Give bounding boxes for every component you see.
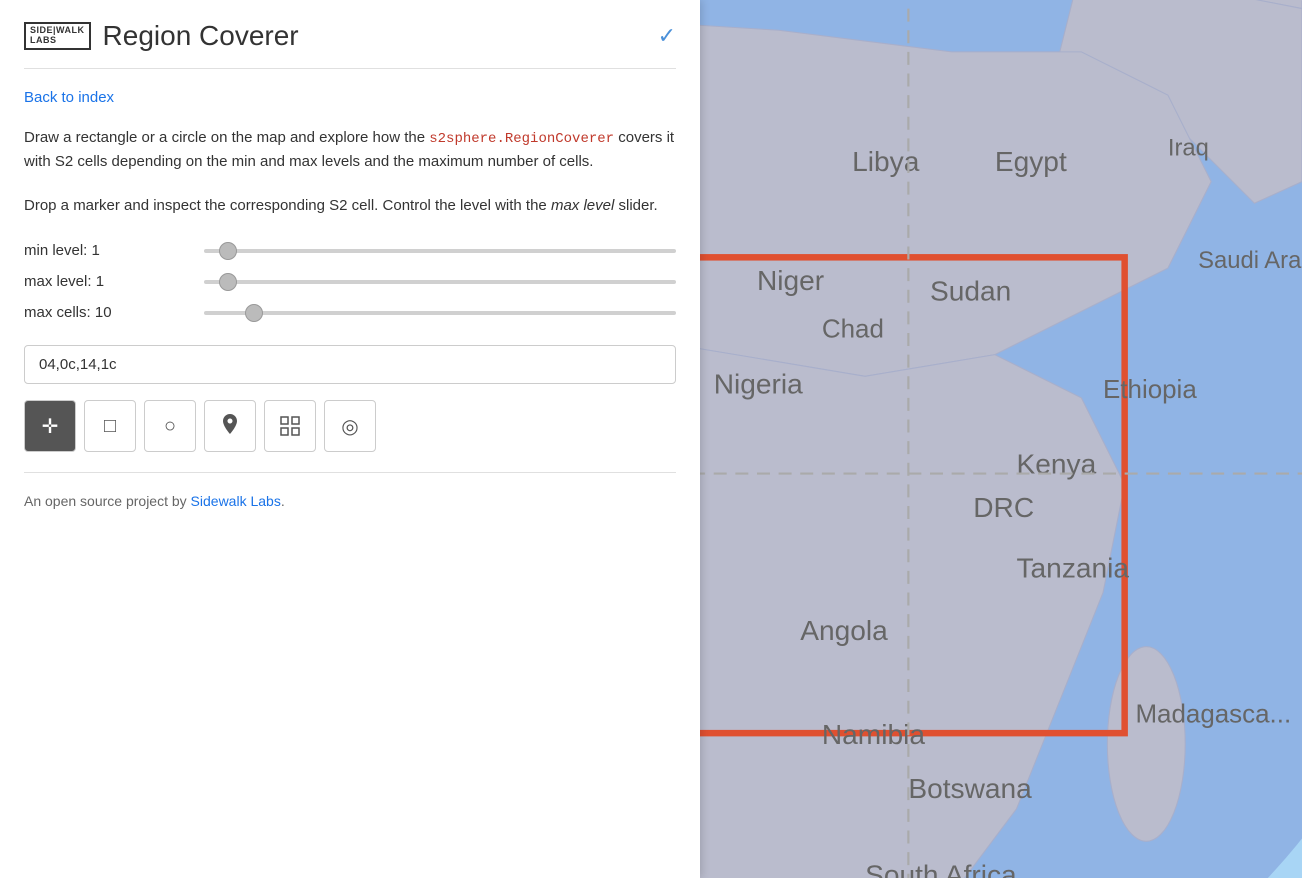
target-tool-button[interactable]: ◎ [324, 400, 376, 452]
desc-part3: Drop a marker and inspect the correspond… [24, 197, 551, 214]
svg-text:Nigeria: Nigeria [714, 369, 803, 400]
tool-buttons-group: ✛ □ ○ ◎ [24, 400, 676, 452]
svg-text:Madagasca...: Madagasca... [1135, 700, 1291, 728]
max-cells-label: max cells: 10 [24, 304, 204, 321]
footer-period: . [281, 493, 285, 509]
panel-header: SIDE|WALK LABS Region Coverer ✓ [0, 0, 700, 68]
svg-text:Angola: Angola [800, 615, 888, 646]
logo-title-group: SIDE|WALK LABS Region Coverer [24, 20, 299, 52]
svg-text:Saudi Arabia: Saudi Arabia [1198, 247, 1302, 274]
svg-text:Botswana: Botswana [908, 773, 1032, 804]
min-level-label: min level: 1 [24, 242, 204, 259]
panel-body: Back to index Draw a rectangle or a circ… [0, 69, 700, 529]
max-cells-slider[interactable] [204, 311, 676, 315]
min-level-row: min level: 1 [24, 242, 676, 259]
svg-text:Libya: Libya [852, 146, 920, 177]
sidewalk-labs-link[interactable]: Sidewalk Labs [191, 493, 281, 509]
max-cells-row: max cells: 10 [24, 304, 676, 321]
svg-text:Chad: Chad [822, 315, 884, 343]
svg-text:Tanzania: Tanzania [1017, 552, 1130, 583]
min-level-slider[interactable] [204, 249, 676, 253]
description-text2: Drop a marker and inspect the correspond… [24, 194, 676, 218]
back-to-index-link[interactable]: Back to index [24, 89, 114, 106]
description-text: Draw a rectangle or a circle on the map … [24, 126, 676, 174]
collapse-button[interactable]: ✓ [658, 23, 676, 49]
controls-section: min level: 1 max level: 1 max cells: 10 [24, 242, 676, 321]
svg-text:Ethiopia: Ethiopia [1103, 376, 1197, 404]
desc-part1: Draw a rectangle or a circle on the map … [24, 129, 429, 146]
panel: SIDE|WALK LABS Region Coverer ✓ Back to … [0, 0, 700, 878]
cell-input[interactable] [24, 345, 676, 384]
page-title: Region Coverer [103, 20, 299, 52]
svg-text:Iraq: Iraq [1168, 135, 1209, 162]
grid-tool-button[interactable] [264, 400, 316, 452]
footer-divider [24, 472, 676, 473]
code-snippet: s2sphere.RegionCoverer [429, 131, 614, 147]
svg-text:Sudan: Sudan [930, 276, 1011, 307]
svg-text:South Africa: South Africa [865, 860, 1017, 878]
rectangle-tool-button[interactable]: □ [84, 400, 136, 452]
max-level-slider[interactable] [204, 280, 676, 284]
footer-text-prefix: An open source project by [24, 493, 191, 509]
desc-part4: slider. [614, 197, 657, 214]
marker-tool-button[interactable] [204, 400, 256, 452]
svg-text:Kenya: Kenya [1017, 449, 1097, 480]
move-tool-button[interactable]: ✛ [24, 400, 76, 452]
svg-text:Egypt: Egypt [995, 146, 1067, 177]
svg-text:Namibia: Namibia [822, 719, 925, 750]
max-level-label: max level: 1 [24, 273, 204, 290]
footer-text: An open source project by Sidewalk Labs. [24, 493, 676, 509]
svg-text:DRC: DRC [973, 492, 1034, 523]
max-level-row: max level: 1 [24, 273, 676, 290]
sidewalk-labs-logo: SIDE|WALK LABS [24, 22, 91, 50]
italic-text: max level [551, 197, 614, 214]
circle-tool-button[interactable]: ○ [144, 400, 196, 452]
svg-text:Niger: Niger [757, 265, 824, 296]
